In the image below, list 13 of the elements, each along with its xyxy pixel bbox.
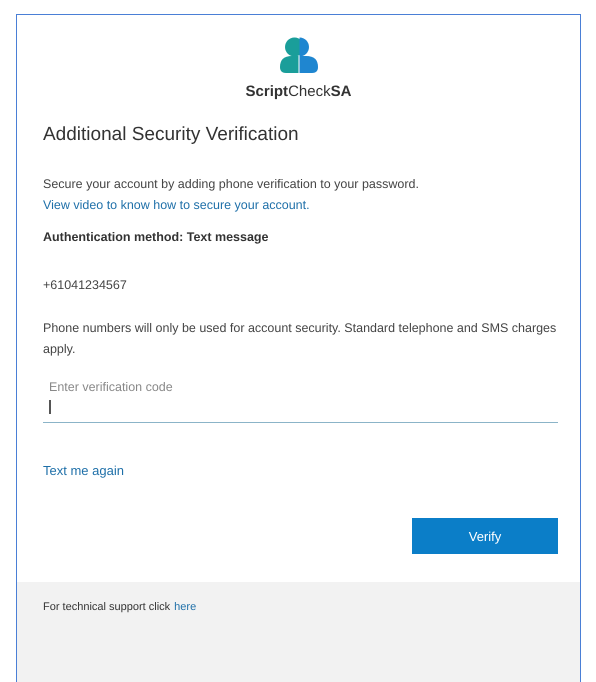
- intro-text: Secure your account by adding phone verification to your password. View video to know how to secure your account.: [43, 176, 420, 214]
- auth-method-label: Authentication method: Text message: [43, 230, 270, 244]
- phone-number: +61041234567: [43, 278, 128, 292]
- logo-icon: [280, 37, 318, 73]
- page-title: Additional Security Verification: [43, 124, 300, 146]
- text-me-again-link[interactable]: Text me again: [43, 463, 124, 478]
- support-link[interactable]: here: [174, 601, 196, 614]
- code-field[interactable]: Enter verification code: [43, 374, 558, 423]
- video-link[interactable]: View video to know how to secure your account.: [43, 198, 310, 212]
- footer-text: For technical support click: [43, 601, 170, 614]
- notice-text: Phone numbers will only be used for account security. Standard telephone and SMS charges apply.: [43, 320, 558, 358]
- logo-text: ScriptCheckSA: [246, 83, 352, 100]
- verify-button[interactable]: Verify: [412, 518, 558, 554]
